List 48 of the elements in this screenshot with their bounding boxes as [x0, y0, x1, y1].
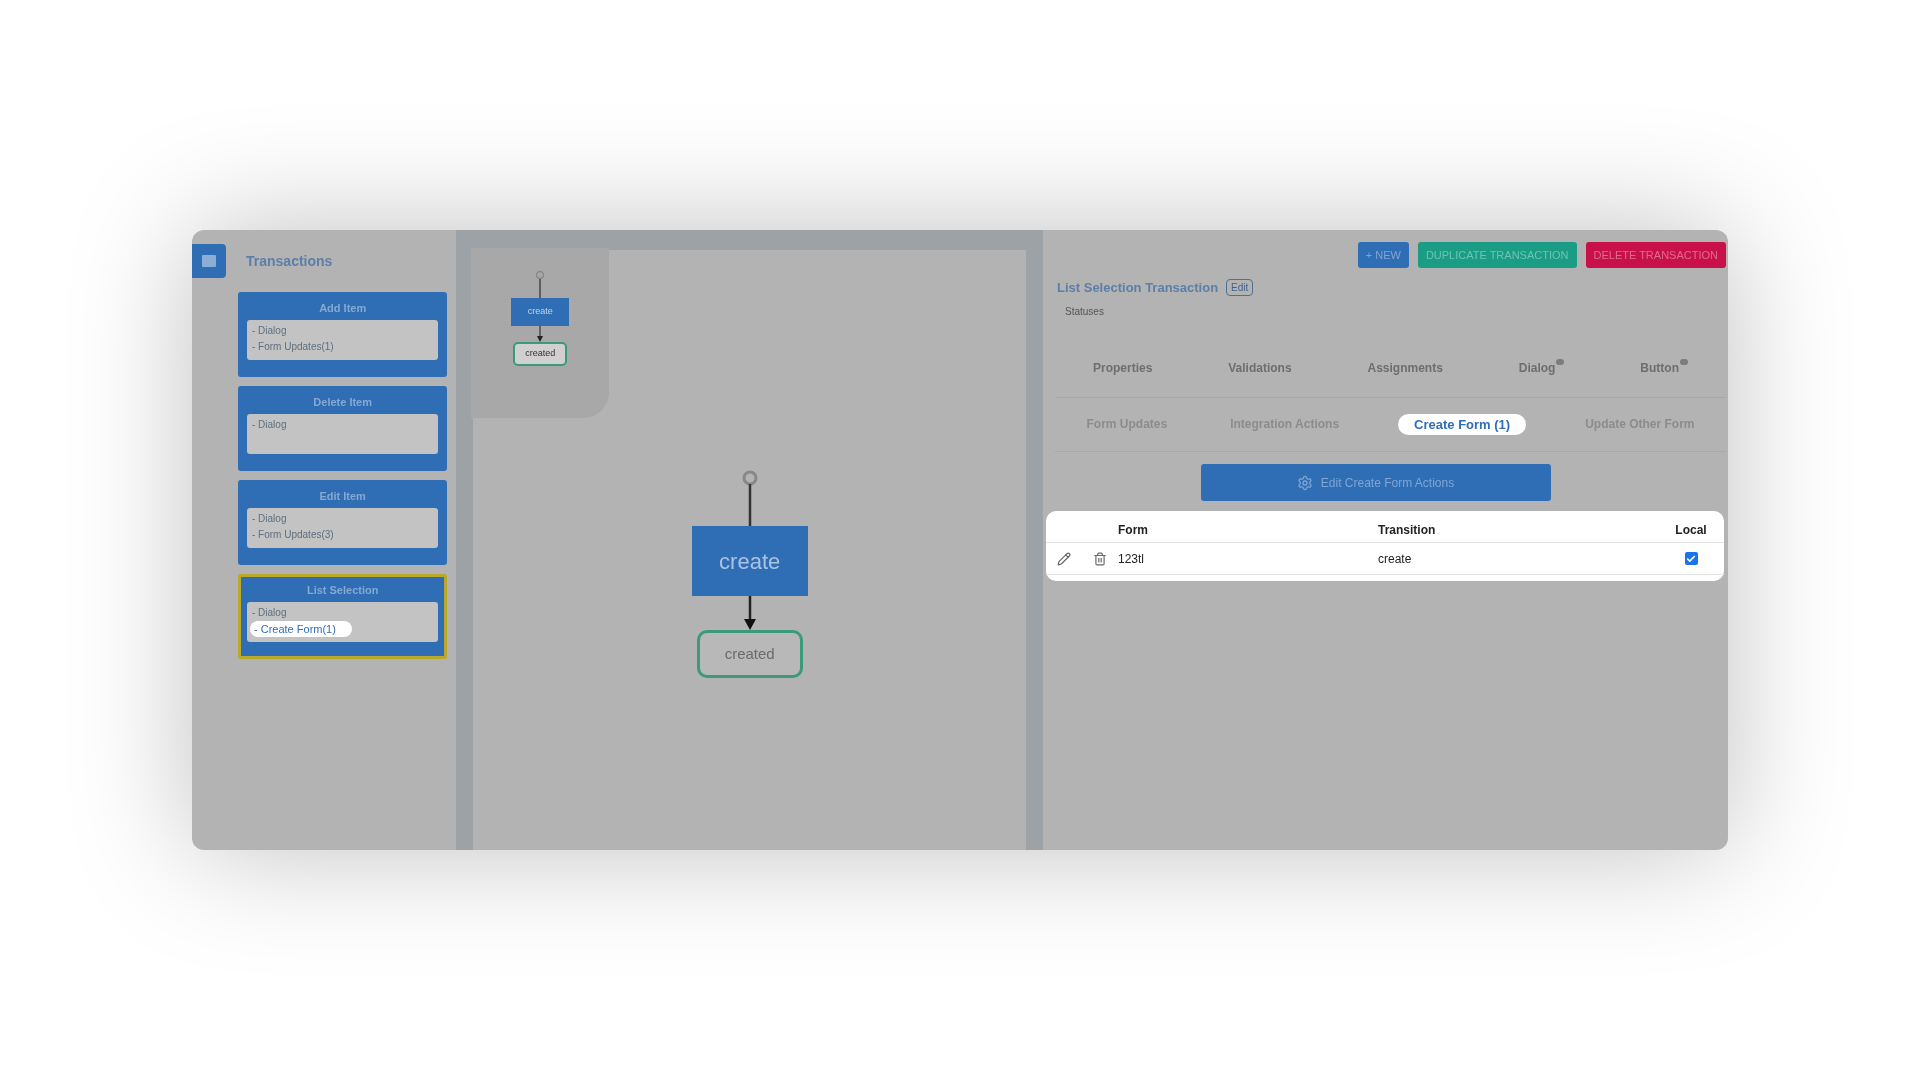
- state-node: created: [696, 630, 803, 678]
- transaction-card[interactable]: Delete Item - Dialog: [238, 386, 448, 471]
- card-line: - Dialog: [251, 605, 288, 620]
- card-title: Add Item: [318, 301, 368, 316]
- transaction-title: List Selection Transaction: [1057, 279, 1219, 297]
- card-line: - Form Updates(1): [251, 339, 335, 354]
- card-line: - Form Updates(3): [251, 527, 335, 542]
- column-header: Local: [1674, 521, 1707, 539]
- count-badge: [1680, 358, 1688, 365]
- transaction-card[interactable]: Edit Item - Dialog - Form Updates(3): [238, 480, 448, 565]
- tab[interactable]: Properties: [1092, 358, 1153, 377]
- tab[interactable]: Dialog: [1518, 358, 1556, 377]
- count-badge: [1556, 358, 1565, 365]
- state-node: created: [513, 342, 568, 366]
- table-cell-text: 123tl: [1118, 550, 1146, 568]
- transition-arrow: [536, 326, 545, 342]
- edit-icon[interactable]: [1057, 551, 1071, 566]
- settings-icon: [1296, 474, 1313, 491]
- sub-tab[interactable]: Create Form (1): [1398, 413, 1527, 435]
- toolbar-button[interactable]: DUPLICATE TRANSACTION: [1417, 242, 1577, 268]
- toolbar-button[interactable]: DELETE TRANSACTION: [1585, 242, 1726, 268]
- start-connector: [535, 270, 546, 298]
- menu-icon: [202, 255, 216, 267]
- local-checkbox[interactable]: [1684, 552, 1698, 565]
- card-line: - Dialog: [251, 417, 288, 432]
- tab[interactable]: Validations: [1228, 358, 1292, 377]
- edit-button[interactable]: Edit: [1226, 279, 1254, 297]
- delete-icon[interactable]: [1093, 551, 1107, 566]
- card-title: List Selection: [305, 583, 380, 598]
- card-title: Delete Item: [312, 395, 374, 410]
- action-node: create: [691, 526, 808, 596]
- transaction-card[interactable]: Add Item - Dialog - Form Updates(1): [238, 292, 448, 377]
- edit-actions-button[interactable]: Edit Create Form Actions: [1200, 464, 1551, 501]
- tab[interactable]: Assignments: [1367, 358, 1443, 377]
- transaction-card[interactable]: List Selection - Dialog - Create Form(1): [238, 574, 448, 659]
- card-title: Edit Item: [318, 489, 367, 504]
- tab[interactable]: Button: [1640, 358, 1679, 377]
- card-line: - Dialog: [251, 511, 288, 526]
- card-line: - Dialog: [251, 323, 288, 338]
- column-header: Transition: [1378, 521, 1437, 539]
- sidebar-title: Transactions: [246, 251, 333, 271]
- start-connector: [740, 470, 759, 526]
- transition-arrow: [742, 596, 757, 630]
- statuses-label: Statuses: [1064, 304, 1105, 319]
- column-header: Form: [1118, 521, 1149, 539]
- action-node: create: [511, 298, 570, 326]
- table-cell-text: create: [1378, 550, 1413, 568]
- toolbar-button[interactable]: + NEW: [1357, 242, 1409, 268]
